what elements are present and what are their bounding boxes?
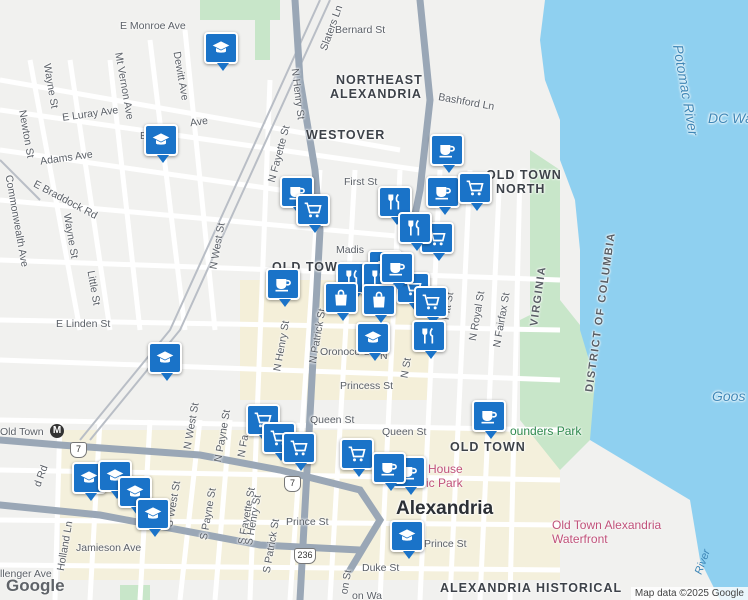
cafe-marker[interactable]	[372, 452, 406, 491]
school-marker[interactable]	[204, 32, 238, 71]
street-label: Queen St	[310, 414, 355, 426]
metro-icon[interactable]: M	[50, 424, 64, 438]
neighborhood-label: NORTHEAST	[336, 73, 423, 87]
map-canvas[interactable]: E Monroe Ave Bernard St Slaters Ln N Hen…	[0, 0, 748, 600]
restaurant-marker[interactable]	[412, 320, 446, 359]
neighborhood-label: NORTH	[496, 182, 546, 196]
street-label: Queen St	[382, 426, 427, 438]
street-label: Madis	[336, 244, 365, 256]
grocery-marker[interactable]	[282, 432, 316, 471]
school-marker[interactable]	[356, 322, 390, 361]
street-label: Prince St	[424, 538, 467, 550]
neighborhood-label: ALEXANDRIA HISTORICAL	[440, 581, 623, 595]
cafe-marker[interactable]	[426, 176, 460, 215]
cafe-marker[interactable]	[266, 268, 300, 307]
poi-label[interactable]: House	[428, 462, 463, 476]
route-shield: 7	[284, 476, 301, 492]
poi-label[interactable]: ic Park	[426, 476, 463, 490]
neighborhood-label: OLD TOWN	[486, 168, 562, 182]
school-marker[interactable]	[148, 342, 182, 381]
google-logo: Google	[6, 576, 65, 595]
street-label: Prince St	[286, 516, 329, 528]
street-label: E Linden St	[56, 318, 111, 330]
school-marker[interactable]	[136, 498, 170, 537]
shopping-marker[interactable]	[362, 284, 396, 323]
neighborhood-label: WESTOVER	[306, 128, 386, 142]
street-label: Duke St	[362, 562, 400, 574]
neighborhood-label: OLD TOWN	[450, 440, 526, 454]
shopping-marker[interactable]	[324, 282, 358, 321]
grocery-marker[interactable]	[296, 194, 330, 233]
street-label: Ave	[189, 114, 209, 130]
street-label: Bernard St	[335, 24, 386, 36]
neighborhood-label: ALEXANDRIA	[330, 87, 422, 101]
water-label: Goos	[712, 388, 746, 404]
city-label: Alexandria	[396, 498, 494, 519]
street-label: Jamieson Ave	[76, 542, 142, 554]
restaurant-marker[interactable]	[398, 212, 432, 251]
school-marker[interactable]	[390, 520, 424, 559]
map-attribution[interactable]: Map data ©2025 Google	[630, 587, 748, 600]
park-label[interactable]: ounders Park	[510, 424, 581, 438]
street-label: First St	[344, 176, 378, 188]
street-label: Princess St	[340, 380, 394, 392]
route-shield: 236	[294, 548, 316, 564]
grocery-marker[interactable]	[414, 286, 448, 325]
cafe-marker[interactable]	[472, 400, 506, 439]
cafe-marker[interactable]	[380, 252, 414, 291]
metro-label[interactable]: Old Town	[0, 426, 44, 438]
street-label: E Monroe Ave	[120, 20, 186, 32]
water-label: DC Wa	[708, 110, 748, 126]
poi-label[interactable]: Old Town Alexandria	[552, 518, 661, 532]
route-shield: 7	[70, 442, 87, 458]
school-marker[interactable]	[144, 124, 178, 163]
cafe-marker[interactable]	[430, 134, 464, 173]
street-label: on Wa	[352, 590, 382, 600]
grocery-marker[interactable]	[458, 172, 492, 211]
poi-label[interactable]: Waterfront	[552, 532, 608, 546]
grocery-marker[interactable]	[340, 438, 374, 477]
